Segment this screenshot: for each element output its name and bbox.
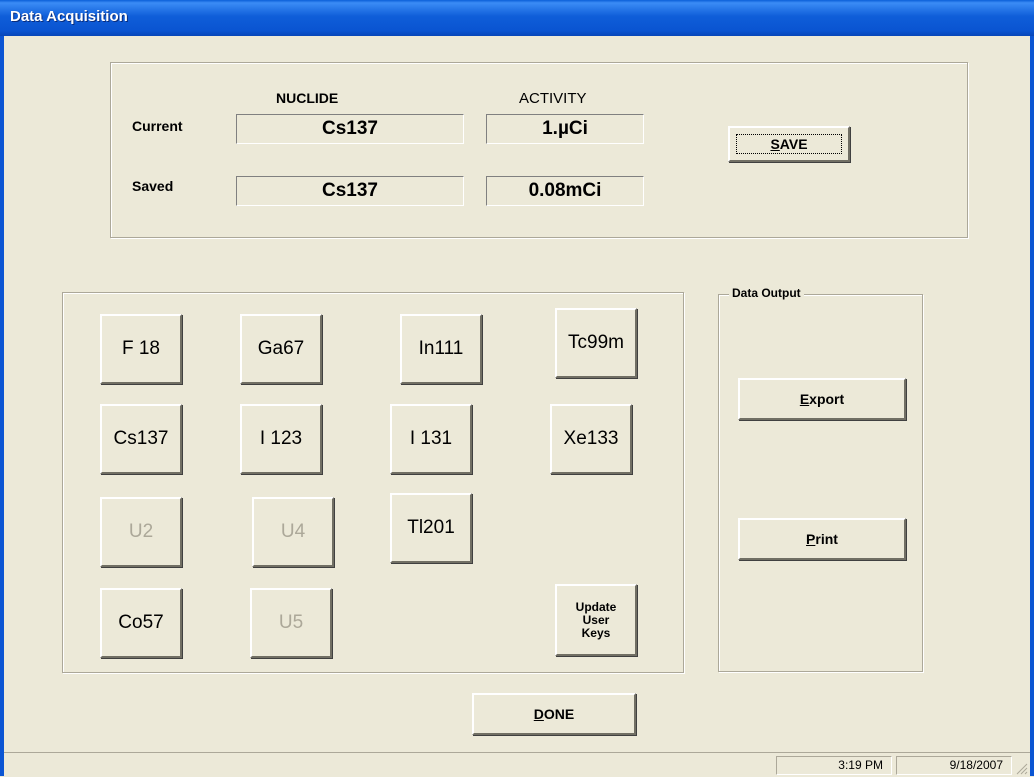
export-button-label: Export — [799, 391, 845, 407]
current-activity-field: 1.µCi — [486, 114, 644, 144]
nuclide-key-i123[interactable]: I 123 — [240, 404, 322, 474]
resize-grip-icon[interactable] — [1014, 761, 1028, 775]
done-button[interactable]: DONE — [472, 693, 636, 735]
saved-nuclide-field: Cs137 — [236, 176, 464, 206]
update-user-keys-label: Update User Keys — [575, 599, 617, 640]
nuclide-header: NUCLIDE — [276, 90, 339, 106]
nuclide-key-tl201[interactable]: Tl201 — [390, 493, 472, 563]
nuclide-key-cs137[interactable]: Cs137 — [100, 404, 182, 474]
status-date: 9/18/2007 — [896, 756, 1012, 775]
print-button-label: Print — [806, 531, 838, 547]
done-button-label: DONE — [533, 706, 575, 722]
title-bar[interactable]: Data Acquisition — [0, 0, 1034, 36]
user-key-u2[interactable]: U2 — [100, 497, 182, 567]
nuclide-key-xe133[interactable]: Xe133 — [550, 404, 632, 474]
saved-label: Saved — [132, 178, 174, 194]
nuclide-key-f18[interactable]: F 18 — [100, 314, 182, 384]
saved-activity-field: 0.08mCi — [486, 176, 644, 206]
print-button[interactable]: Print — [738, 518, 906, 560]
data-output-legend: Data Output — [729, 286, 804, 300]
save-button[interactable]: SAVE — [728, 126, 850, 162]
nuclide-key-in111[interactable]: In111 — [400, 314, 482, 384]
user-key-u5[interactable]: U5 — [250, 588, 332, 658]
nuclide-key-co57[interactable]: Co57 — [100, 588, 182, 658]
current-nuclide-field: Cs137 — [236, 114, 464, 144]
status-time: 3:19 PM — [776, 756, 892, 775]
nuclide-key-i131[interactable]: I 131 — [390, 404, 472, 474]
data-output-group — [718, 294, 923, 672]
window-border-right — [1030, 36, 1034, 776]
window-title: Data Acquisition — [10, 8, 128, 25]
status-bar: 3:19 PM 9/18/2007 — [4, 752, 1030, 777]
export-button[interactable]: Export — [738, 378, 906, 420]
activity-header: ACTIVITY — [519, 90, 587, 107]
current-label: Current — [132, 118, 183, 134]
window-border-left — [0, 36, 4, 776]
user-key-u4[interactable]: U4 — [252, 497, 334, 567]
nuclide-key-tc99m[interactable]: Tc99m — [555, 308, 637, 378]
update-user-keys-button[interactable]: Update User Keys — [555, 584, 637, 656]
focus-rectangle — [736, 134, 842, 154]
nuclide-key-ga67[interactable]: Ga67 — [240, 314, 322, 384]
